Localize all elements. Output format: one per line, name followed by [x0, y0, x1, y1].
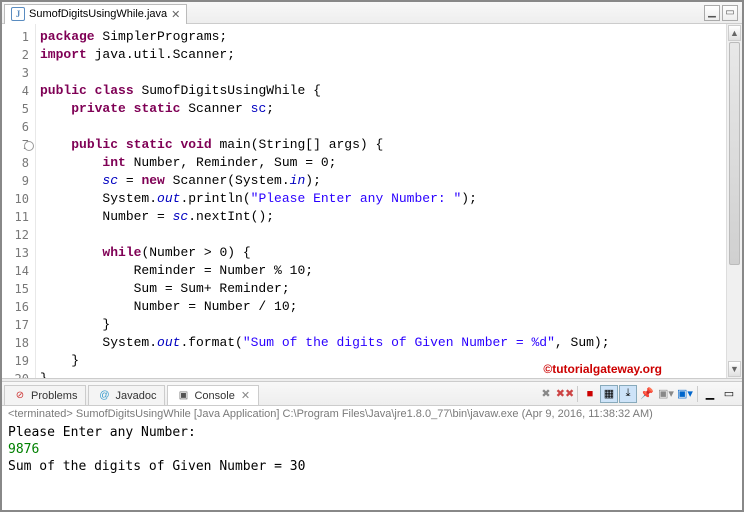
maximize-button[interactable]: ▭	[720, 385, 738, 403]
line-number: 14	[4, 262, 29, 280]
line-number: 16	[4, 298, 29, 316]
line-number: 10	[4, 190, 29, 208]
line-number: 18	[4, 334, 29, 352]
scroll-thumb[interactable]	[729, 42, 740, 265]
editor-toolbar-right: ▁ ▭	[704, 5, 742, 21]
javadoc-icon: @	[97, 389, 111, 403]
line-number: 2	[4, 46, 29, 64]
terminate-button[interactable]: ■	[581, 385, 599, 403]
bottom-pane: ⊘ Problems @ Javadoc ▣ Console ✕ ✖ ✖✖ ■ …	[2, 382, 742, 510]
line-number: 15	[4, 280, 29, 298]
line-number: 7	[4, 136, 29, 154]
pin-console-button[interactable]: 📌	[638, 385, 656, 403]
editor-tab-active[interactable]: J SumofDigitsUsingWhile.java ✕	[4, 4, 187, 24]
console-status: <terminated> SumofDigitsUsingWhile [Java…	[2, 406, 742, 422]
scroll-up-icon[interactable]: ▲	[728, 25, 741, 41]
editor-tab-bar: J SumofDigitsUsingWhile.java ✕ ▁ ▭	[2, 2, 742, 24]
close-icon[interactable]: ✕	[171, 8, 180, 21]
maximize-view-button[interactable]: ▭	[722, 5, 738, 21]
line-number: 5	[4, 100, 29, 118]
line-number: 19	[4, 352, 29, 370]
scroll-lock-button[interactable]: ⤓	[619, 385, 637, 403]
java-file-icon: J	[11, 7, 25, 21]
line-number: 17	[4, 316, 29, 334]
line-number: 9	[4, 172, 29, 190]
line-number: 11	[4, 208, 29, 226]
remove-launch-button[interactable]: ✖	[537, 385, 555, 403]
problems-icon: ⊘	[13, 389, 27, 403]
line-number: 3	[4, 64, 29, 82]
editor-tab-title: SumofDigitsUsingWhile.java	[29, 8, 167, 20]
close-icon[interactable]: ✕	[241, 389, 250, 402]
minimize-button[interactable]: ▁	[701, 385, 719, 403]
console-toolbar: ✖ ✖✖ ■ ▦ ⤓ 📌 ▣▾ ▣▾ ▁ ▭	[537, 382, 742, 405]
display-selected-button[interactable]: ▣▾	[657, 385, 675, 403]
bottom-tab-bar: ⊘ Problems @ Javadoc ▣ Console ✕ ✖ ✖✖ ■ …	[2, 382, 742, 406]
line-number: 12	[4, 226, 29, 244]
line-number: 13	[4, 244, 29, 262]
clear-console-button[interactable]: ▦	[600, 385, 618, 403]
minimize-view-button[interactable]: ▁	[704, 5, 720, 21]
line-gutter: 1 2 3 4 5 6 7 8 9 10 11 12 13 14 15 16 1…	[2, 24, 36, 378]
line-number: 4	[4, 82, 29, 100]
console-icon: ▣	[176, 389, 190, 403]
separator	[697, 386, 698, 402]
console-output[interactable]: Please Enter any Number: 9876 Sum of the…	[2, 422, 742, 510]
tab-console[interactable]: ▣ Console ✕	[167, 385, 259, 405]
line-number: 1	[4, 28, 29, 46]
tab-javadoc[interactable]: @ Javadoc	[88, 385, 165, 405]
editor-area: 1 2 3 4 5 6 7 8 9 10 11 12 13 14 15 16 1…	[2, 24, 742, 378]
line-number: 8	[4, 154, 29, 172]
line-number: 6	[4, 118, 29, 136]
remove-all-button[interactable]: ✖✖	[556, 385, 574, 403]
line-number: 20	[4, 370, 29, 378]
separator	[577, 386, 578, 402]
open-console-button[interactable]: ▣▾	[676, 385, 694, 403]
vertical-scrollbar[interactable]: ▲ ▼	[726, 24, 742, 378]
scroll-track[interactable]	[727, 42, 742, 360]
tab-problems[interactable]: ⊘ Problems	[4, 385, 86, 405]
scroll-down-icon[interactable]: ▼	[728, 361, 741, 377]
code-editor[interactable]: package SimplerPrograms; import java.uti…	[36, 24, 726, 378]
